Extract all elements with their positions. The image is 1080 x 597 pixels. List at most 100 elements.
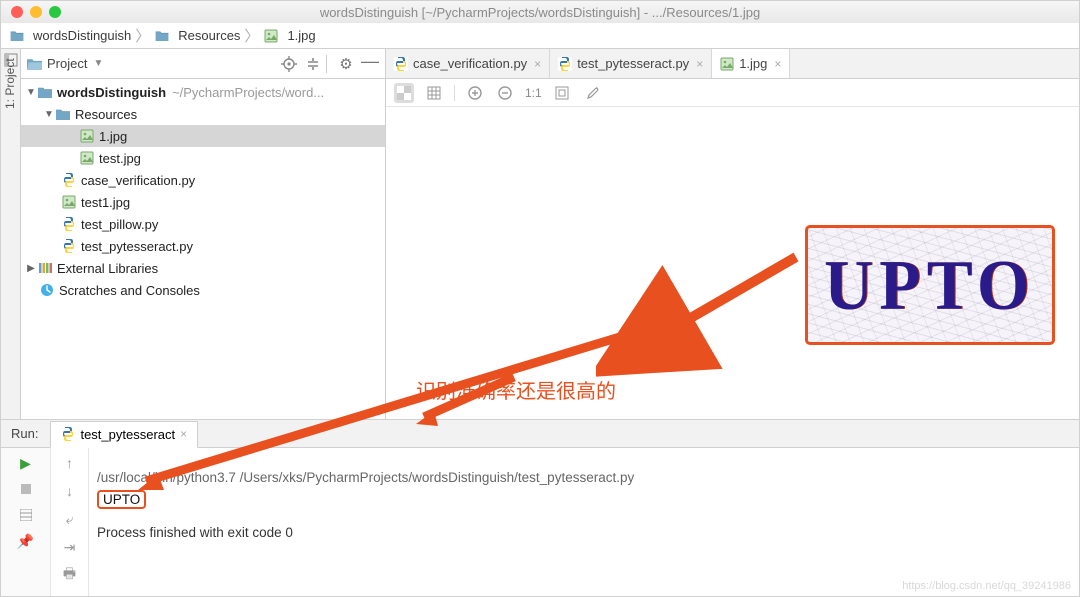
captcha-image: UPTO [805,225,1055,345]
run-header: Run: test_pytesseract × [1,420,1079,448]
scratches-icon [39,282,55,298]
chevron-down-icon[interactable]: ▼ [25,87,37,98]
python-file-icon [61,427,75,441]
image-file-icon [79,150,95,166]
tree-folder-resources[interactable]: ▼ Resources [21,103,385,125]
project-sidebar: Project ▼ ⚙ — ▼ wordsDistinguish ~/Pycha… [21,49,386,419]
tree-file-test-pillow[interactable]: test_pillow.py [21,213,385,235]
folder-icon [55,106,71,122]
traffic-minimize-icon[interactable] [30,6,42,18]
run-tab-label: test_pytesseract [80,427,175,442]
zoom-actual-button[interactable]: 1:1 [525,83,542,103]
grid-icon[interactable] [424,83,444,103]
hide-tool-icon[interactable]: — [361,53,379,71]
chevron-down-icon[interactable]: ▼ [43,109,55,120]
python-file-icon [61,216,77,232]
editor-tabs: case_verification.py × test_pytesseract.… [386,49,1079,79]
tree-item-label: External Libraries [57,261,158,276]
traffic-zoom-icon[interactable] [49,6,61,18]
tab-label: test_pytesseract.py [577,56,689,71]
image-viewer-toolbar: 1:1 [386,79,1079,107]
pin-icon[interactable]: 📌 [17,532,35,550]
rerun-icon[interactable]: ▶ [17,454,35,472]
folder-icon [154,28,170,44]
tree-item-label: Resources [75,107,137,122]
tree-item-label: Scratches and Consoles [59,283,200,298]
chevron-right-icon[interactable]: ▶ [25,263,37,274]
python-file-icon [558,57,572,71]
chevron-down-icon[interactable]: ▼ [93,58,103,69]
project-tool-tab[interactable]: 1: Project [3,58,17,109]
soft-wrap-icon[interactable]: ⤶ [61,510,79,528]
fit-to-window-icon[interactable] [552,83,572,103]
zoom-out-icon[interactable] [495,83,515,103]
locate-icon[interactable] [280,55,298,73]
tree-file-case-verification[interactable]: case_verification.py [21,169,385,191]
left-tool-strip: 1: Project [1,49,21,419]
tree-file-1jpg[interactable]: 1.jpg [21,125,385,147]
image-file-icon [720,57,734,71]
tree-item-label: test_pillow.py [81,217,158,232]
tree-item-label: test.jpg [99,151,141,166]
close-icon[interactable]: × [534,57,541,71]
python-file-icon [61,172,77,188]
chevron-right-icon: 〉 [244,25,259,46]
chevron-right-icon: 〉 [135,25,150,46]
tree-item-label: 1.jpg [99,129,127,144]
run-label: Run: [11,426,38,441]
python-file-icon [61,238,77,254]
tab-label: case_verification.py [413,56,527,71]
console-exit-line: Process finished with exit code 0 [97,525,293,540]
stop-icon[interactable] [17,480,35,498]
up-icon[interactable]: ↑ [61,454,79,472]
tab-1jpg[interactable]: 1.jpg × [712,49,790,78]
layout-icon[interactable] [17,506,35,524]
run-toolwindow: Run: test_pytesseract × ▶ 📌 ↑ ↓ ⤶ ⇥ 🖶 /u [1,419,1079,596]
project-tool-header: Project ▼ ⚙ — [21,49,385,79]
zoom-in-icon[interactable] [465,83,485,103]
breadcrumb: wordsDistinguish 〉 Resources 〉 1.jpg [1,23,1079,49]
scroll-to-end-icon[interactable]: ⇥ [61,538,79,556]
console-command: /usr/local/bin/python3.7 /Users/xks/Pych… [97,470,634,485]
traffic-close-icon[interactable] [11,6,23,18]
collapse-all-icon[interactable] [304,55,322,73]
close-icon[interactable]: × [774,57,781,71]
window-title: wordsDistinguish [~/PycharmProjects/word… [1,5,1079,20]
gear-icon[interactable]: ⚙ [337,55,355,73]
close-icon[interactable]: × [696,57,703,71]
color-picker-icon[interactable] [582,83,602,103]
tree-item-label: case_verification.py [81,173,195,188]
tree-file-test-pytesseract[interactable]: test_pytesseract.py [21,235,385,257]
separator [326,55,327,73]
tree-scratches[interactable]: Scratches and Consoles [21,279,385,301]
project-tool-title[interactable]: Project [47,56,87,71]
tree-item-label: test1.jpg [81,195,130,210]
breadcrumb-mid[interactable]: Resources [178,28,240,43]
run-action-gutter: ▶ 📌 [1,448,51,596]
tab-test-pytesseract[interactable]: test_pytesseract.py × [550,49,712,78]
run-console[interactable]: /usr/local/bin/python3.7 /Users/xks/Pych… [89,448,1079,596]
project-tree[interactable]: ▼ wordsDistinguish ~/PycharmProjects/wor… [21,79,385,419]
editor-area: case_verification.py × test_pytesseract.… [386,49,1079,419]
tree-file-test1jpg[interactable]: test1.jpg [21,191,385,213]
tree-project-root[interactable]: ▼ wordsDistinguish ~/PycharmProjects/wor… [21,81,385,103]
checker-bg-icon[interactable] [394,83,414,103]
tree-file-testjpg[interactable]: test.jpg [21,147,385,169]
python-file-icon [394,57,408,71]
breadcrumb-root[interactable]: wordsDistinguish [33,28,131,43]
down-icon[interactable]: ↓ [61,482,79,500]
folder-icon [37,84,53,100]
image-canvas[interactable]: UPTO 识别准确率还是很高的 [386,107,1079,419]
project-icon [27,57,42,70]
image-file-icon [263,28,279,44]
tab-label: 1.jpg [739,56,767,71]
tab-case-verification[interactable]: case_verification.py × [386,49,550,78]
run-tab[interactable]: test_pytesseract × [50,421,198,448]
close-icon[interactable]: × [180,427,187,441]
captcha-text: UPTO [824,244,1036,327]
image-file-icon [61,194,77,210]
tree-external-libraries[interactable]: ▶ External Libraries [21,257,385,279]
image-file-icon [79,128,95,144]
print-icon[interactable]: 🖶 [61,566,79,584]
breadcrumb-leaf[interactable]: 1.jpg [287,28,315,43]
